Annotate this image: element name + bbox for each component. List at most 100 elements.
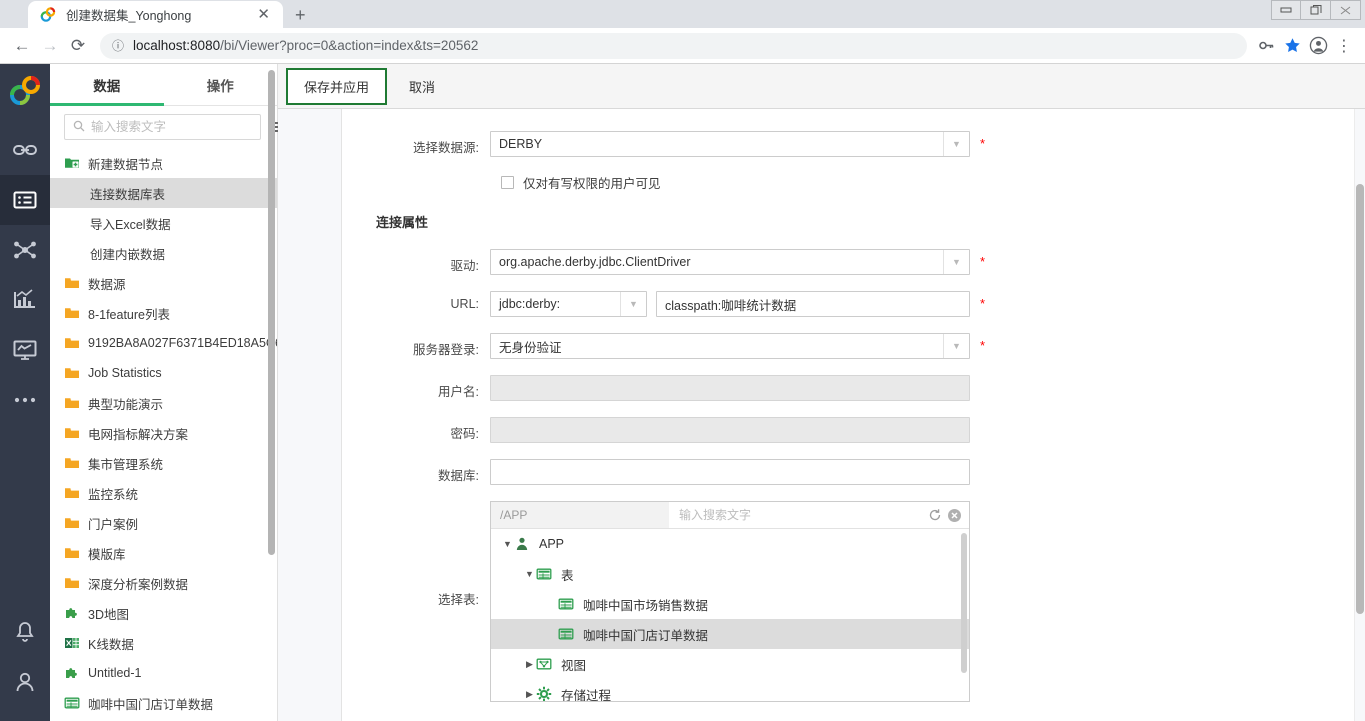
reload-button[interactable]: ⟳ [64,32,92,60]
schema-icon [514,536,532,552]
table-picker-search[interactable] [669,502,969,528]
table-picker: /APP [490,501,970,702]
browser-menu-icon[interactable]: ⋮ [1331,33,1357,59]
rail-item-analysis[interactable] [0,275,50,325]
caret-right-icon[interactable]: ▶ [523,659,536,670]
browser-tab-close-icon[interactable]: ✕ [254,7,273,22]
bookmark-star-icon[interactable] [1279,33,1305,59]
sidebar-scrollbar[interactable] [268,70,275,555]
sidebar-tree-item[interactable]: 创建内嵌数据 [50,238,277,268]
sidebar-tree-item[interactable]: Untitled-1 [50,658,277,688]
table-picker-item-label: 咖啡中国门店订单数据 [583,625,708,644]
site-info-icon[interactable]: ⓘ [112,37,124,54]
required-marker: * [980,333,985,359]
caret-right-icon[interactable]: ▶ [523,689,536,700]
refresh-icon[interactable] [926,507,943,524]
rail-item-user-account[interactable] [0,657,50,707]
rail-item-more[interactable] [0,375,50,425]
write-permission-checkbox-row[interactable]: 仅对有写权限的用户可见 [490,173,1365,192]
driver-select[interactable]: org.apache.derby.jdbc.ClientDriver ▼ [490,249,970,275]
window-close-button[interactable] [1331,0,1361,20]
sidebar-search-box[interactable] [64,114,261,140]
password-control [490,417,970,443]
back-button[interactable]: ← [8,32,36,60]
table-picker-path: /APP [491,502,669,528]
browser-tab-title: 创建数据集_Yonghong [66,5,254,24]
sidebar-tab-operation[interactable]: 操作 [164,64,278,105]
browser-toolbar: ← → ⟳ ⓘ localhost:8080/bi/Viewer?proc=0&… [0,28,1365,64]
profile-avatar-icon[interactable] [1305,33,1331,59]
forward-button[interactable]: → [36,32,64,60]
url-prefix-value: jdbc:derby: [491,297,620,311]
table-picker-item[interactable]: 咖啡中国市场销售数据 [491,589,969,619]
sidebar-tree-item[interactable]: 新建数据节点 [50,148,277,178]
window-restore-button[interactable] [1301,0,1331,20]
url-prefix-select[interactable]: jdbc:derby: ▼ [490,291,647,317]
table-icon [558,596,576,612]
chevron-down-icon[interactable]: ▼ [943,334,969,358]
sidebar-tree-item[interactable]: 连接数据库表 [50,178,277,208]
sidebar-tree-item[interactable]: 深度分析案例数据 [50,568,277,598]
caret-down-icon[interactable]: ▼ [501,539,514,549]
chevron-down-icon[interactable]: ▼ [943,132,969,156]
sidebar-tree-item[interactable]: 集市管理系统 [50,448,277,478]
database-input[interactable] [490,459,970,485]
table-picker-search-input[interactable] [679,508,923,522]
table-picker-item[interactable]: ▼表 [491,559,969,589]
sidebar-tab-data[interactable]: 数据 [50,64,164,105]
sidebar-tree: 新建数据节点连接数据库表导入Excel数据创建内嵌数据数据源8-1feature… [50,148,277,721]
password-key-icon[interactable] [1253,33,1279,59]
folder-icon [64,455,81,471]
sidebar-tree-item[interactable]: 数据源 [50,268,277,298]
sidebar-tree-item[interactable]: K线数据 [50,628,277,658]
sidebar-tree-item[interactable]: 8-1feature列表 [50,298,277,328]
sidebar-search-input[interactable] [91,120,252,134]
table-picker-scrollbar[interactable] [961,533,967,673]
rail-item-dataset[interactable] [0,175,50,225]
sidebar-tree-item[interactable]: Job Statistics [50,358,277,388]
write-permission-checkbox[interactable] [501,176,514,189]
sidebar-tree-item-label: 新建数据节点 [88,154,163,173]
save-and-apply-button[interactable]: 保存并应用 [286,68,387,105]
password-input [490,417,970,443]
rail-item-report[interactable] [0,325,50,375]
sidebar-tree-item[interactable]: 咖啡中国门店订单数据 [50,688,277,718]
view-icon [536,656,554,672]
server-login-select[interactable]: 无身份验证 ▼ [490,333,970,359]
table-picker-item[interactable]: ▶ 视图 [491,649,969,679]
address-bar[interactable]: ⓘ localhost:8080/bi/Viewer?proc=0&action… [100,33,1247,59]
chevron-down-icon[interactable]: ▼ [620,292,646,316]
clear-icon[interactable] [946,507,963,524]
table-picker-item[interactable]: ▶存储过程 [491,679,969,701]
password-label: 密码: [342,417,490,442]
sidebar-tree-item-label: 3D地图 [88,604,129,623]
datasource-select[interactable]: DERBY ▼ [490,131,970,157]
table-picker-item[interactable]: ▼APP [491,529,969,559]
chevron-down-icon[interactable]: ▼ [943,250,969,274]
rail-item-notification-bell[interactable] [0,607,50,657]
sidebar-tree-item[interactable]: 3D地图 [50,598,277,628]
table-picker-item[interactable]: 咖啡中国门店订单数据 [491,619,969,649]
sidebar-search-row [50,106,277,148]
sidebar-tree-item[interactable]: 电网指标解决方案 [50,418,277,448]
sidebar-tree-item[interactable]: 导入Excel数据 [50,208,277,238]
new-tab-button[interactable]: + [295,6,306,24]
sidebar-tree-item[interactable]: 监控系统 [50,478,277,508]
url-suffix-input[interactable]: classpath:咖啡统计数据 [656,291,970,317]
browser-tab[interactable]: 创建数据集_Yonghong ✕ [28,1,283,28]
rail-item-link[interactable] [0,125,50,175]
browser-tabstrip: 创建数据集_Yonghong ✕ + [0,0,1365,28]
sidebar-tree-item[interactable]: 典型功能演示 [50,388,277,418]
form-gutter [278,109,342,721]
sidebar-tree-item[interactable]: 9192BA8A027F6371B4ED18A5C6 [50,328,277,358]
window-minimize-button[interactable] [1271,0,1301,20]
yonghong-logo-icon [8,74,42,113]
sidebar-tree-item[interactable]: 模版库 [50,538,277,568]
rail-item-mining[interactable] [0,225,50,275]
main-scrollbar[interactable] [1356,184,1364,614]
cancel-button[interactable]: 取消 [391,68,453,105]
caret-down-icon[interactable]: ▼ [523,569,536,579]
folder-icon [64,425,81,441]
table-picker-item-label: 视图 [561,655,586,674]
sidebar-tree-item[interactable]: 门户案例 [50,508,277,538]
